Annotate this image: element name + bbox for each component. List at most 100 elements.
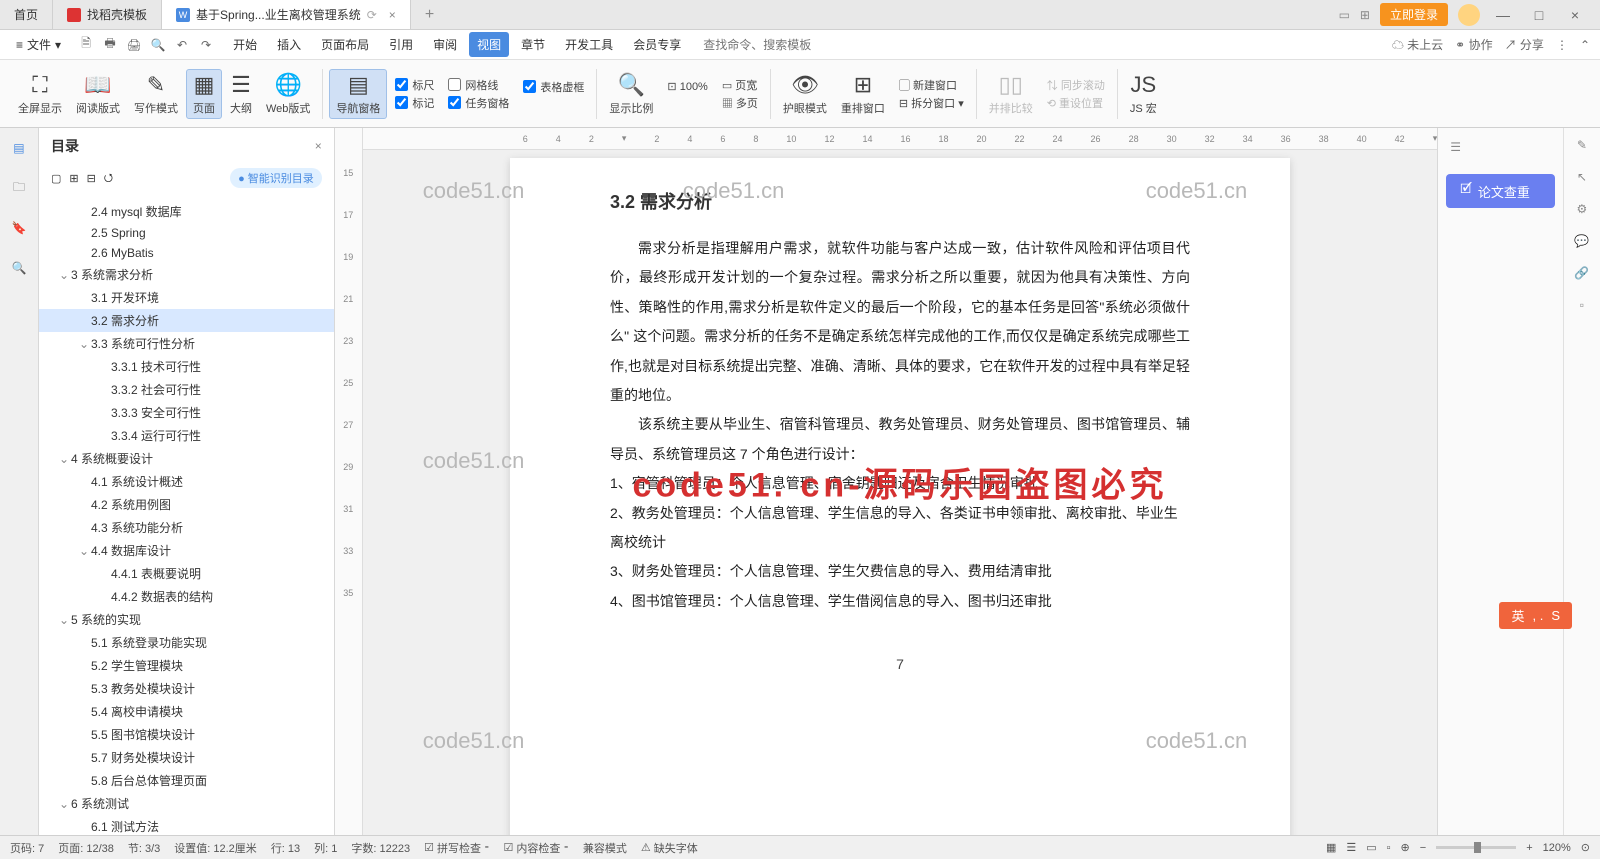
compat-mode[interactable]: 兼容模式 [583,840,627,856]
toc-item[interactable]: 5.7 财务处模块设计 [39,746,334,769]
tab-document[interactable]: W基于Spring...业生离校管理系统⟳× [162,0,411,29]
folder-icon[interactable]: 🗀 [7,176,31,200]
view-btn-5[interactable]: ⊕ [1401,841,1410,854]
menu-chapter[interactable]: 章节 [513,32,553,57]
view-btn-4[interactable]: ▫ [1387,842,1391,854]
pagewidth-button[interactable]: ▭ 页宽 [722,77,758,93]
fullscreen-button[interactable]: ⛶全屏显示 [12,70,68,118]
view-btn-3[interactable]: ▭ [1366,841,1376,854]
document-scroll[interactable]: 642▾246810121416182022242628303234363840… [363,128,1437,835]
ime-indicator[interactable]: 英, .S [1499,602,1572,629]
view-btn-2[interactable]: ☰ [1346,841,1356,854]
toc-list[interactable]: 2.4 mysql 数据库2.5 Spring2.6 MyBatis⌄3 系统需… [39,196,334,835]
close-window-icon[interactable]: × [1562,7,1588,23]
menu-layout[interactable]: 页面布局 [313,32,377,57]
zoom-out[interactable]: − [1420,842,1426,854]
toc-item[interactable]: 3.3.3 安全可行性 [39,401,334,424]
settings-icon[interactable]: ⚙ [1577,202,1588,216]
multipage-button[interactable]: ▦ 多页 [722,95,758,111]
print-icon[interactable]: 🖨 [125,36,143,54]
tablegrid-checkbox[interactable]: 表格虚框 [523,79,584,95]
web-mode-button[interactable]: 🌐Web版式 [260,70,316,118]
menu-start[interactable]: 开始 [225,32,265,57]
toc-tool-1[interactable]: ▢ [51,172,61,185]
menu-view[interactable]: 视图 [469,32,509,57]
toc-item[interactable]: ⌄6 系统测试 [39,792,334,815]
toc-item[interactable]: 5.2 学生管理模块 [39,654,334,677]
toc-item[interactable]: ⌄3.3 系统可行性分析 [39,332,334,355]
search-input[interactable] [703,38,853,52]
new-doc-icon[interactable]: 🗎 [77,36,95,54]
maximize-icon[interactable]: □ [1526,7,1552,23]
menu-ref[interactable]: 引用 [381,32,421,57]
rearrange-button[interactable]: ⊞重排窗口 [835,70,891,118]
menu-vip[interactable]: 会员专享 [625,32,689,57]
newwin-button[interactable]: ▢ 新建窗口 [899,77,964,93]
edit-icon[interactable]: ✎ [1577,138,1587,152]
menu-review[interactable]: 审阅 [425,32,465,57]
link-icon[interactable]: 🔗 [1574,266,1589,280]
zoom-100-button[interactable]: ⊡ 100% [667,80,707,93]
splitwin-button[interactable]: ⊟ 拆分窗口 ▾ [899,95,964,111]
page[interactable]: 3.2 需求分析 需求分析是指理解用户需求，就软件功能与客户达成一致，估计软件风… [510,158,1290,835]
toc-item[interactable]: 3.3.2 社会可行性 [39,378,334,401]
toc-item[interactable]: 4.3 系统功能分析 [39,516,334,539]
more-icon[interactable]: ⋮ [1556,38,1568,52]
file-menu[interactable]: ≡ 文件 ▾ [10,34,67,55]
page-mode-button[interactable]: ▦页面 [186,69,222,119]
toc-item[interactable]: 5.4 离校申请模块 [39,700,334,723]
paper-check-button[interactable]: 🗹论文查重 [1446,174,1555,208]
toc-item[interactable]: 3.1 开发环境 [39,286,334,309]
read-mode-button[interactable]: 📖阅读版式 [70,70,126,118]
collab-button[interactable]: ⚭ 协作 [1455,36,1492,53]
ruler-checkbox[interactable]: 标尺 [395,77,434,93]
task-checkbox[interactable]: 任务窗格 [448,95,509,111]
minimize-icon[interactable]: — [1490,7,1516,23]
toc-item[interactable]: 4.2 系统用例图 [39,493,334,516]
view-btn-1[interactable]: ▦ [1326,841,1336,854]
toc-tool-3[interactable]: ⊟ [87,172,96,185]
toc-item[interactable]: 5.8 后台总体管理页面 [39,769,334,792]
grid-checkbox[interactable]: 网格线 [448,77,509,93]
toc-item[interactable]: 3.2 需求分析 [39,309,334,332]
contentcheck-toggle[interactable]: ☑ 内容检查 ⁃ [503,840,568,856]
redo-icon[interactable]: ↷ [197,36,215,54]
toc-tool-2[interactable]: ⊞ [69,172,78,185]
zoom-value[interactable]: 120% [1543,842,1571,854]
panel-icon[interactable]: ▭ [1339,8,1350,22]
toc-tool-4[interactable]: ⭯ [104,169,113,188]
toc-item[interactable]: 3.3.1 技术可行性 [39,355,334,378]
missing-font[interactable]: ⚠ 缺失字体 [641,840,698,856]
bookmark-icon[interactable]: 🔖 [7,216,31,240]
toc-item[interactable]: 3.3.4 运行可行性 [39,424,334,447]
page-icons[interactable]: ▫ [1580,298,1584,312]
avatar[interactable] [1458,4,1480,26]
panel-toggle-icon[interactable]: ☰ [1450,140,1461,154]
toc-icon[interactable]: ▤ [7,136,31,160]
toc-item[interactable]: 4.1 系统设计概述 [39,470,334,493]
toc-item[interactable]: 6.1 测试方法 [39,815,334,835]
toc-item[interactable]: ⌄5 系统的实现 [39,608,334,631]
jsmacro-button[interactable]: JSJS 宏 [1124,70,1163,118]
collapse-ribbon-icon[interactable]: ⌃ [1580,38,1590,52]
toc-item[interactable]: 4.4.2 数据表的结构 [39,585,334,608]
undo-icon[interactable]: ↶ [173,36,191,54]
tab-home[interactable]: 首页 [0,0,53,29]
search-icon[interactable]: 🔍 [7,256,31,280]
status-col[interactable]: 列: 1 [314,840,337,856]
save-icon[interactable]: 🖶 [101,36,119,54]
status-page[interactable]: 页码: 7 [10,840,44,856]
preview-icon[interactable]: 🔍 [149,36,167,54]
tab-template[interactable]: 找稻壳模板 [53,0,162,29]
apps-icon[interactable]: ⊞ [1360,8,1370,22]
toc-item[interactable]: 5.5 图书馆模块设计 [39,723,334,746]
toc-item[interactable]: ⌄4.4 数据库设计 [39,539,334,562]
write-mode-button[interactable]: ✎写作模式 [128,70,184,118]
toc-item[interactable]: 2.5 Spring [39,223,334,243]
fit-icon[interactable]: ⊙ [1581,841,1590,854]
status-pages[interactable]: 页面: 12/38 [58,840,114,856]
sidebar-close-icon[interactable]: × [315,139,322,153]
cursor-icon[interactable]: ↖ [1577,170,1587,184]
close-icon[interactable]: × [389,8,396,22]
toc-item[interactable]: 4.4.1 表概要说明 [39,562,334,585]
